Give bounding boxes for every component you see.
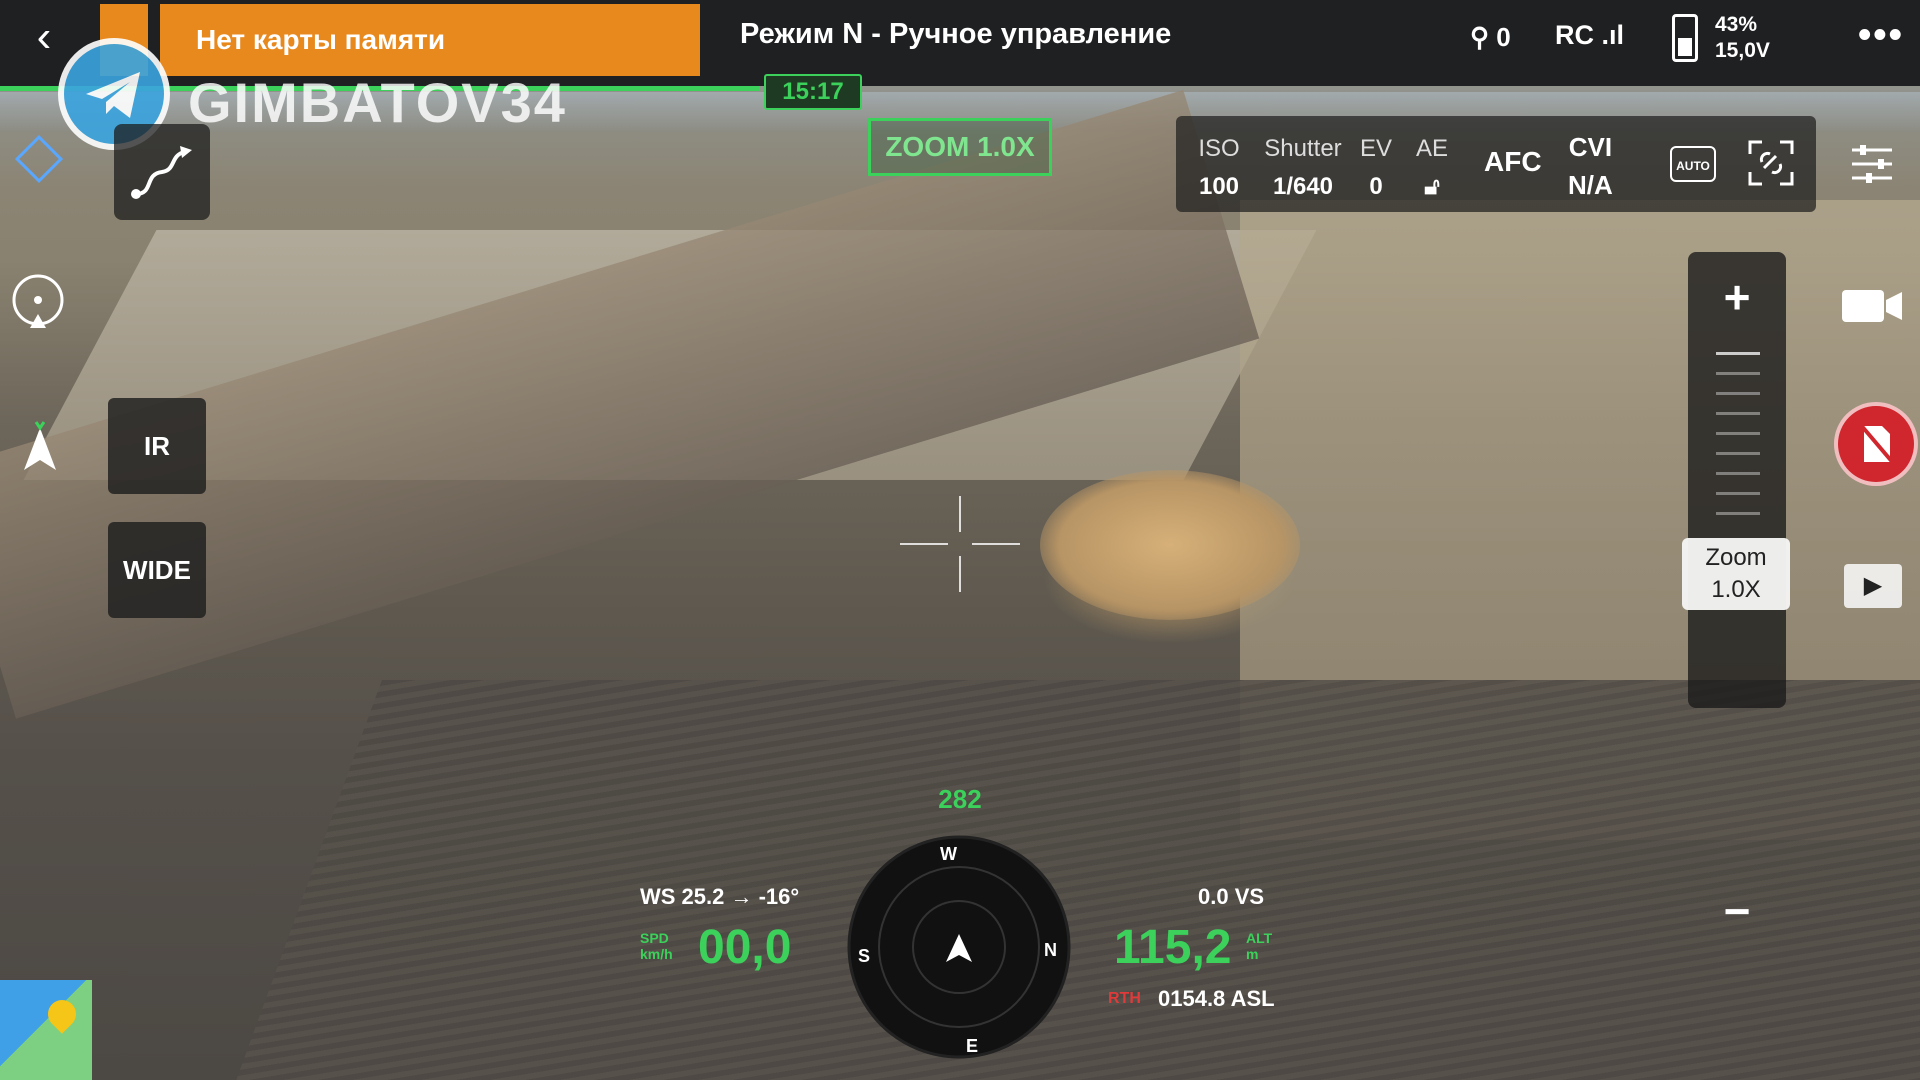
- zoom-indicator: ZOOM 1.0X: [868, 118, 1052, 176]
- no-sd-card-icon: [1858, 422, 1896, 466]
- zoom-out-button[interactable]: −: [1688, 884, 1786, 938]
- battery-percent: 43%: [1715, 13, 1758, 36]
- heading-readout: 282: [938, 784, 982, 814]
- lock-icon: 🔓︎: [1424, 173, 1440, 200]
- zoom-tick: [1716, 412, 1760, 415]
- zoom-label-value: 1.0X: [1711, 576, 1761, 603]
- speed-unit-top: SPD: [640, 930, 669, 946]
- play-icon: ▶: [1863, 572, 1883, 599]
- altitude-unit: ALT m: [1246, 930, 1272, 962]
- back-button[interactable]: ‹: [20, 12, 68, 64]
- signal-bars-icon: .ıl: [1601, 20, 1625, 50]
- compass-w: W: [940, 844, 957, 864]
- iso-label: ISO: [1198, 135, 1240, 162]
- shutter-setting[interactable]: Shutter 1/640: [1258, 130, 1348, 206]
- more-icon: •••: [1858, 14, 1904, 56]
- zoom-tick: [1716, 352, 1760, 355]
- zoom-tick: [1716, 372, 1760, 375]
- cvi-setting[interactable]: CVI N/A: [1568, 128, 1613, 204]
- alt-unit-top: ALT: [1246, 930, 1273, 946]
- zoom-slider[interactable]: + −: [1688, 252, 1786, 937]
- zoom-in-button[interactable]: +: [1688, 270, 1786, 324]
- zoom-tick: [1716, 512, 1760, 515]
- cvi-label: CVI: [1568, 132, 1613, 162]
- frame-link-icon[interactable]: [1746, 138, 1796, 188]
- ae-label: AE: [1415, 135, 1448, 162]
- zoom-tick: [1716, 432, 1760, 435]
- battery-icon[interactable]: [1672, 14, 1698, 62]
- compass-s: S: [858, 946, 870, 966]
- horizontal-speed: 00,0: [698, 921, 792, 974]
- more-button[interactable]: •••: [1858, 14, 1904, 57]
- zoom-tick: [1716, 492, 1760, 495]
- cvi-value: N/A: [1568, 170, 1613, 200]
- record-button[interactable]: [1834, 402, 1918, 486]
- speed-unit-bottom: km/h: [640, 946, 673, 962]
- ir-camera-button[interactable]: IR: [108, 398, 206, 494]
- speed-unit: SPD km/h: [640, 930, 673, 962]
- sand-pit: [1040, 470, 1300, 620]
- camera-settings-panel[interactable]: ISO 100 Shutter 1/640 EV 0 AE 🔓︎ AFC CVI…: [1176, 116, 1816, 212]
- zoom-tick: [1716, 392, 1760, 395]
- watermark-text: GIMBATOV34: [188, 71, 567, 134]
- compass-e: E: [966, 1036, 978, 1056]
- satellite-icon: ⚲: [1470, 22, 1490, 52]
- zoom-level-label[interactable]: Zoom 1.0X: [1682, 538, 1790, 610]
- zoom-tick: [1716, 472, 1760, 475]
- rc-signal[interactable]: RC .ıl: [1555, 20, 1624, 51]
- crosshair-reticle: [900, 496, 1020, 592]
- shutter-value: 1/640: [1272, 173, 1334, 200]
- rth-tag: RTH: [1108, 990, 1141, 1007]
- wind-speed: WS 25.2 → -16°: [640, 884, 800, 909]
- focus-mode[interactable]: AFC: [1484, 146, 1542, 178]
- route-icon: [131, 146, 192, 199]
- ae-lock[interactable]: AE 🔓︎: [1410, 130, 1454, 206]
- battery-fill: [1678, 37, 1692, 56]
- satellite-count: 0: [1496, 22, 1511, 52]
- rc-label: RC: [1555, 20, 1594, 50]
- map-thumbnail[interactable]: [0, 980, 92, 1080]
- video-mode-icon[interactable]: [1840, 286, 1904, 326]
- altitude: 115,2: [1114, 921, 1232, 974]
- iso-value: 100: [1198, 173, 1240, 200]
- wide-camera-button[interactable]: WIDE: [108, 522, 206, 618]
- flight-mode[interactable]: Режим N - Ручное управление: [740, 18, 1171, 51]
- vertical-speed: 0.0 VS: [1198, 884, 1265, 909]
- route-button[interactable]: [114, 124, 210, 220]
- zoom-tick: [1716, 452, 1760, 455]
- battery-info[interactable]: 43% 15,0V: [1715, 12, 1770, 64]
- ev-value: 0: [1369, 173, 1383, 200]
- playback-button[interactable]: ▶: [1844, 564, 1902, 608]
- settings-sliders-icon[interactable]: [1848, 140, 1896, 188]
- asl-altitude: 0154.8 ASL: [1158, 986, 1275, 1011]
- compass-attitude-indicator: W N E S: [847, 835, 1071, 1059]
- compass-n: N: [1044, 940, 1057, 960]
- ev-label: EV: [1359, 135, 1392, 162]
- auto-camera-icon[interactable]: AUTO: [1670, 146, 1716, 182]
- satellite-status[interactable]: ⚲ 0: [1470, 22, 1511, 53]
- no-sd-card-warning[interactable]: Нет карты памяти: [160, 4, 700, 76]
- zoom-label-text: Zoom: [1705, 544, 1767, 571]
- aircraft-heading-icon[interactable]: [18, 420, 62, 480]
- flight-time: 15:17: [764, 74, 862, 110]
- chevron-left-icon: ‹: [36, 12, 52, 61]
- iso-setting[interactable]: ISO 100: [1194, 130, 1244, 206]
- target-icon[interactable]: [10, 274, 66, 330]
- battery-voltage: 15,0V: [1715, 39, 1770, 62]
- ev-setting[interactable]: EV 0: [1356, 130, 1396, 206]
- alt-unit-bottom: m: [1246, 946, 1259, 962]
- shutter-label: Shutter: [1264, 135, 1342, 162]
